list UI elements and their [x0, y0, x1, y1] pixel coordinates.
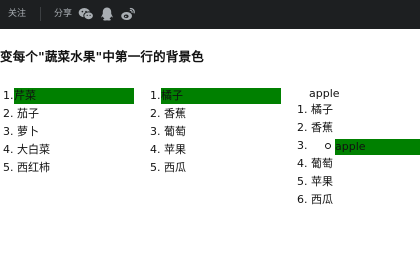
list-item-text: 苹果 — [164, 143, 186, 156]
list-item: 5. 西瓜 — [150, 159, 186, 176]
list-item-number: 3. — [297, 139, 308, 152]
list-item-number: 1. — [297, 103, 308, 116]
list-item-text: 橘子 — [161, 89, 183, 102]
list-item-text: 茄子 — [17, 107, 39, 120]
list-item-text: 葡萄 — [311, 157, 333, 170]
list-item-text: 萝卜 — [17, 125, 39, 138]
page-title: 变每个"蔬菜水果"中第一行的背景色 — [0, 49, 204, 64]
list-item-number: 6. — [297, 193, 308, 206]
list-item: 5. 西红柿 — [3, 159, 50, 176]
list-item: 2. 香蕉 — [150, 105, 186, 122]
list-item: 3. 葡萄 — [150, 123, 186, 140]
list2-first-row-highlight: 橘子 — [161, 88, 281, 104]
list-item-text: 西瓜 — [311, 193, 333, 206]
list-item-number: 1. — [150, 89, 161, 102]
list-intro-text: apple — [309, 87, 340, 100]
list-item-text: 西瓜 — [164, 161, 186, 174]
list-item: 1. 橘子 — [297, 101, 333, 118]
list-item: 2. 香蕉 — [297, 119, 333, 136]
list-item-text: 芹菜 — [14, 89, 36, 102]
list-item-number: 4. — [297, 157, 308, 170]
list-item-number: 3. — [150, 125, 161, 138]
list-item: 6. 西瓜 — [297, 191, 333, 208]
circle-bullet-icon — [325, 143, 331, 149]
list-item: 3. 萝卜 — [3, 123, 39, 140]
share-label: 分享 — [54, 9, 73, 19]
list-item-number: 5. — [297, 175, 308, 188]
list-item-number: 2. — [3, 107, 14, 120]
list-item: 4. 大白菜 — [3, 141, 50, 158]
list-item: 4. 葡萄 — [297, 155, 333, 172]
qq-icon[interactable] — [99, 6, 115, 22]
list-item-number: 3. — [3, 125, 14, 138]
list-item-number: 2. — [150, 107, 161, 120]
list-item: 2. 茄子 — [3, 105, 39, 122]
list-item-number: 2. — [297, 121, 308, 134]
list-item-text: apple — [335, 140, 366, 153]
divider — [40, 7, 41, 21]
top-bar: 关注 分享 — [0, 0, 420, 29]
list-item-text: 橘子 — [311, 103, 333, 116]
list-item-text: 香蕉 — [311, 121, 333, 134]
list-item-text: 大白菜 — [17, 143, 50, 156]
list-item-text: 西红柿 — [17, 161, 50, 174]
list-item-text: 香蕉 — [164, 107, 186, 120]
list-item-number: 5. — [150, 161, 161, 174]
weibo-icon[interactable] — [120, 6, 136, 22]
list-item-number: 1. — [3, 89, 14, 102]
list-item-number: 4. — [3, 143, 14, 156]
list-item-number: 5. — [3, 161, 14, 174]
follow-link[interactable]: 关注 — [8, 8, 26, 20]
list-item-text: 苹果 — [311, 175, 333, 188]
list-item: 5. 苹果 — [297, 173, 333, 190]
list1-first-row-highlight: 芹菜 — [14, 88, 134, 104]
wechat-icon[interactable] — [78, 6, 94, 22]
list-item-text: 葡萄 — [164, 125, 186, 138]
list-item-number: 4. — [150, 143, 161, 156]
list3-nested-row-highlight: apple — [335, 139, 420, 155]
list-item: 4. 苹果 — [150, 141, 186, 158]
